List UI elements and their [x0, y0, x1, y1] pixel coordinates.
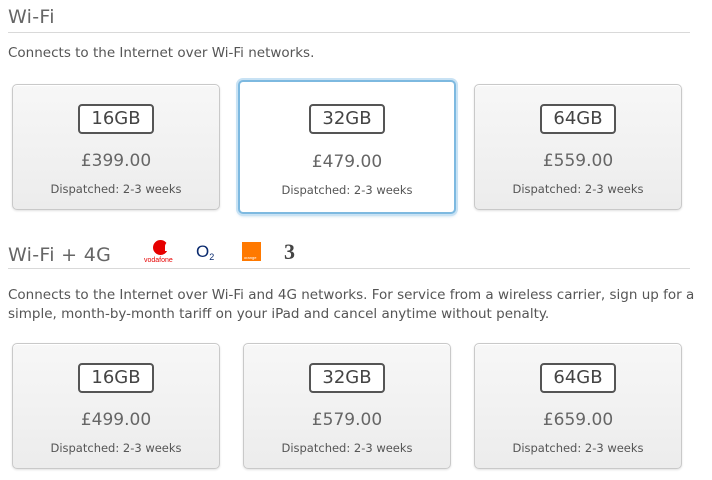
- capacity-badge: 16GB: [78, 363, 154, 393]
- capacity-badge: 64GB: [540, 363, 616, 393]
- wifi-64gb-option[interactable]: 64GB £559.00 Dispatched: 2-3 weeks: [474, 84, 682, 210]
- price-label: £479.00: [311, 152, 383, 172]
- dispatch-label: Dispatched: 2-3 weeks: [281, 441, 413, 455]
- dispatch-label: Dispatched: 2-3 weeks: [512, 441, 644, 455]
- three-logo-icon: 3: [284, 239, 295, 264]
- wifi-divider: [8, 32, 690, 33]
- dispatch-label: Dispatched: 2-3 weeks: [50, 182, 182, 196]
- price-label: £399.00: [80, 151, 152, 171]
- dispatch-label: Dispatched: 2-3 weeks: [50, 441, 182, 455]
- wifi-4g-section-title: Wi-Fi + 4G: [8, 244, 112, 266]
- price-label: £659.00: [542, 410, 614, 430]
- wifi-32gb-option[interactable]: 32GB £479.00 Dispatched: 2-3 weeks: [238, 80, 456, 214]
- orange-label: orange: [244, 255, 257, 260]
- price-label: £559.00: [542, 151, 614, 171]
- price-label: £499.00: [80, 410, 152, 430]
- orange-logo-icon: orange: [242, 242, 261, 261]
- capacity-badge: 32GB: [309, 104, 385, 134]
- capacity-badge: 32GB: [309, 363, 385, 393]
- wifi-16gb-option[interactable]: 16GB £399.00 Dispatched: 2-3 weeks: [12, 84, 220, 210]
- dispatch-label: Dispatched: 2-3 weeks: [512, 182, 644, 196]
- dispatch-label: Dispatched: 2-3 weeks: [281, 183, 413, 197]
- wifi-4g-32gb-option[interactable]: 32GB £579.00 Dispatched: 2-3 weeks: [243, 343, 451, 469]
- o2-logo-icon: O2: [196, 242, 215, 262]
- wifi-4g-16gb-option[interactable]: 16GB £499.00 Dispatched: 2-3 weeks: [12, 343, 220, 469]
- capacity-badge: 16GB: [78, 104, 154, 134]
- wifi-4g-description: Connects to the Internet over Wi-Fi and …: [8, 287, 695, 322]
- vodafone-logo-icon: vodafone: [144, 240, 176, 268]
- price-label: £579.00: [311, 410, 383, 430]
- wifi-description: Connects to the Internet over Wi-Fi netw…: [8, 45, 315, 61]
- vodafone-label: vodafone: [144, 257, 173, 264]
- wifi-4g-64gb-option[interactable]: 64GB £659.00 Dispatched: 2-3 weeks: [474, 343, 682, 469]
- wifi-section-title: Wi-Fi: [8, 6, 55, 28]
- wifi-4g-divider: [8, 268, 690, 269]
- capacity-badge: 64GB: [540, 104, 616, 134]
